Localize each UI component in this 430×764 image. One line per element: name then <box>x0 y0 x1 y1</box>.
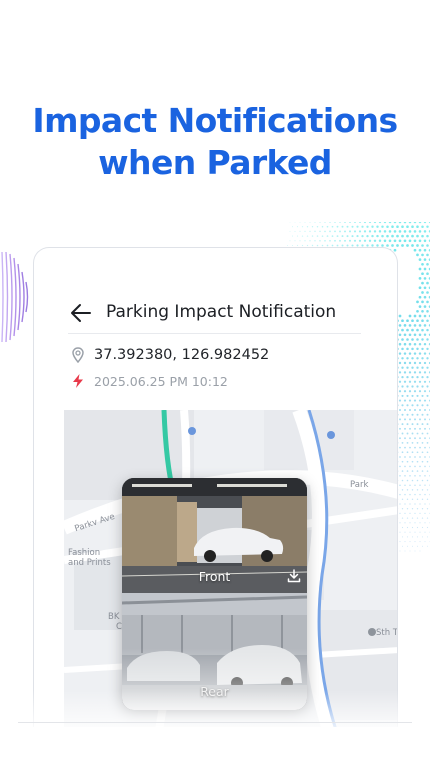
arrow-left-icon[interactable] <box>70 302 92 324</box>
download-icon[interactable] <box>287 569 301 583</box>
timestamp-row: 2025.06.25 PM 10:12 <box>70 373 228 389</box>
map-label: Park <box>350 480 369 490</box>
map-label: Sth T <box>376 628 398 638</box>
page-title: Parking Impact Notification <box>106 302 337 322</box>
lightning-icon <box>73 374 83 388</box>
map-label: Fashion <box>68 548 101 558</box>
headline-line-1: Impact Notifications <box>32 101 398 140</box>
front-camera-label: Front <box>198 569 231 584</box>
location-pin-icon <box>72 347 84 363</box>
base-divider <box>18 722 412 723</box>
location-row: 37.392380, 126.982452 <box>70 347 269 363</box>
bottom-fade <box>0 690 430 764</box>
impact-timestamp: 2025.06.25 PM 10:12 <box>94 373 228 389</box>
coordinates-text: 37.392380, 126.982452 <box>94 347 270 363</box>
header-divider <box>68 333 361 334</box>
map-label: and Prints <box>68 558 111 568</box>
wave-decoration-left <box>1 252 29 342</box>
headline-line-2: when Parked <box>98 143 332 182</box>
app-header: Parking Impact Notification <box>34 290 397 334</box>
camera-preview-card[interactable]: Front Rear <box>122 478 307 710</box>
phone-mockup: Parking Impact Notification 37.392380, 1… <box>33 247 398 727</box>
headline: Impact Notifications when Parked <box>0 100 430 184</box>
